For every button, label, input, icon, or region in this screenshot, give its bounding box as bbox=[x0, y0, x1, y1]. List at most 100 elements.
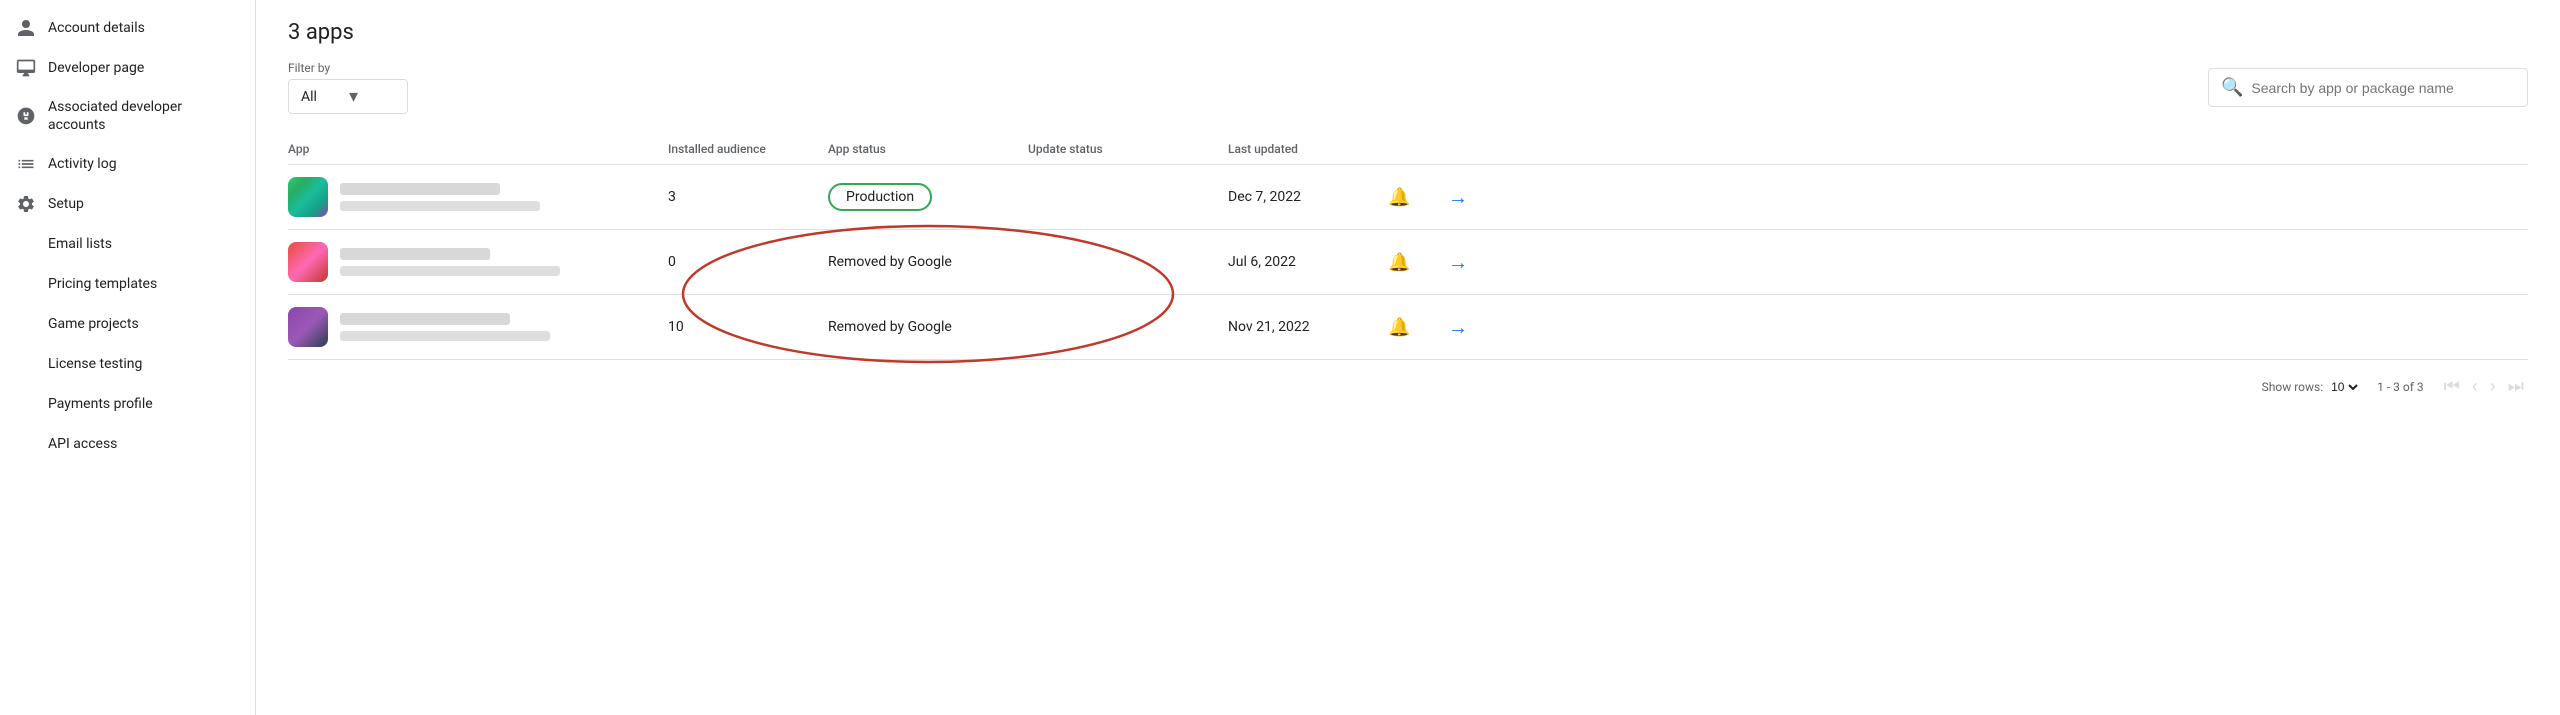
last-updated-2: Jul 6, 2022 bbox=[1228, 254, 1388, 270]
col-header-app-status: App status bbox=[828, 142, 1028, 156]
sidebar-item-license-testing[interactable]: License testing bbox=[0, 344, 247, 384]
sidebar-item-license-testing-label: License testing bbox=[48, 355, 142, 373]
chevron-down-icon: ▾ bbox=[349, 86, 358, 107]
sidebar-item-developer-page[interactable]: Developer page bbox=[0, 48, 247, 88]
sidebar-item-game-projects-label: Game projects bbox=[48, 315, 139, 333]
sidebar-item-account-details-label: Account details bbox=[48, 19, 145, 37]
rows-select: Show rows: 10 25 50 bbox=[2262, 379, 2361, 395]
sidebar-item-setup-label: Setup bbox=[48, 195, 84, 213]
installed-audience-2: 0 bbox=[668, 254, 828, 270]
last-page-button[interactable]: ⏭ bbox=[2504, 372, 2528, 401]
license-testing-spacer bbox=[16, 354, 36, 374]
filter-row: Filter by All ▾ 🔍 bbox=[288, 61, 2528, 114]
search-box: 🔍 bbox=[2208, 68, 2528, 107]
app-cell-3 bbox=[288, 307, 668, 347]
arrow-1[interactable]: → bbox=[1448, 185, 1488, 210]
pagination-nav-btns: ⏮ ‹ › ⏭ bbox=[2440, 372, 2528, 401]
app-icon-3 bbox=[288, 307, 328, 347]
removed-badge-3: Removed by Google bbox=[828, 319, 952, 335]
filter-value: All bbox=[301, 89, 317, 105]
sidebar-item-setup[interactable]: Setup bbox=[0, 184, 247, 224]
sidebar-item-payments-profile[interactable]: Payments profile bbox=[0, 384, 247, 424]
sidebar-item-game-projects[interactable]: Game projects bbox=[0, 304, 247, 344]
sidebar-item-payments-profile-label: Payments profile bbox=[48, 395, 153, 413]
filter-left: Filter by All ▾ bbox=[288, 61, 408, 114]
app-name-3 bbox=[340, 313, 510, 325]
app-icon-1 bbox=[288, 177, 328, 217]
person-icon bbox=[16, 18, 36, 38]
page-title: 3 apps bbox=[288, 20, 2528, 45]
email-lists-spacer bbox=[16, 234, 36, 254]
search-input[interactable] bbox=[2251, 80, 2515, 96]
filter-wrapper: Filter by All ▾ bbox=[288, 61, 408, 114]
removed-badge-2: Removed by Google bbox=[828, 254, 952, 270]
app-info-1 bbox=[340, 183, 540, 211]
main-content: 3 apps Filter by All ▾ 🔍 App Installed a… bbox=[256, 0, 2560, 715]
app-info-3 bbox=[340, 313, 550, 341]
col-header-bell bbox=[1388, 142, 1448, 156]
sidebar-item-associated-dev-accounts-label: Associated developer accounts bbox=[48, 98, 231, 134]
first-page-button[interactable]: ⏮ bbox=[2440, 372, 2464, 401]
table-row: 3 Production Dec 7, 2022 🔔 → bbox=[288, 165, 2528, 230]
next-page-button[interactable]: › bbox=[2486, 372, 2500, 401]
installed-audience-3: 10 bbox=[668, 319, 828, 335]
col-header-update-status: Update status bbox=[1028, 142, 1228, 156]
last-updated-1: Dec 7, 2022 bbox=[1228, 189, 1388, 205]
app-info-2 bbox=[340, 248, 560, 276]
col-header-app: App bbox=[288, 142, 668, 156]
app-name-1 bbox=[340, 183, 500, 195]
sidebar-item-pricing-templates-label: Pricing templates bbox=[48, 275, 157, 293]
filter-dropdown[interactable]: All ▾ bbox=[288, 79, 408, 114]
api-access-spacer bbox=[16, 434, 36, 454]
pricing-templates-spacer bbox=[16, 274, 36, 294]
prev-page-button[interactable]: ‹ bbox=[2468, 372, 2482, 401]
installed-audience-1: 3 bbox=[668, 189, 828, 205]
sidebar-item-email-lists-label: Email lists bbox=[48, 235, 112, 253]
sidebar-item-associated-dev-accounts[interactable]: Associated developer accounts bbox=[0, 88, 247, 144]
arrow-3[interactable]: → bbox=[1448, 315, 1488, 340]
filter-label: Filter by bbox=[288, 61, 408, 75]
sidebar-item-activity-log[interactable]: Activity log bbox=[0, 144, 247, 184]
sidebar-item-api-access[interactable]: API access bbox=[0, 424, 247, 464]
sidebar-item-email-lists[interactable]: Email lists bbox=[0, 224, 247, 264]
app-package-1 bbox=[340, 201, 540, 211]
sidebar-item-api-access-label: API access bbox=[48, 435, 117, 453]
circle-person-icon bbox=[16, 106, 36, 126]
app-name-2 bbox=[340, 248, 490, 260]
sidebar: Account details Developer page Associate… bbox=[0, 0, 256, 715]
list-icon bbox=[16, 154, 36, 174]
game-projects-spacer bbox=[16, 314, 36, 334]
app-status-2: Removed by Google bbox=[828, 254, 1028, 270]
col-header-installed-audience: Installed audience bbox=[668, 142, 828, 156]
app-icon-2 bbox=[288, 242, 328, 282]
page-info: 1 - 3 of 3 bbox=[2377, 380, 2423, 394]
app-package-2 bbox=[340, 266, 560, 276]
show-rows-label: Show rows: bbox=[2262, 380, 2323, 394]
table-row: 0 Removed by Google Jul 6, 2022 🔔 → bbox=[288, 230, 2528, 295]
app-cell-1 bbox=[288, 177, 668, 217]
app-status-1: Production bbox=[828, 183, 1028, 211]
table-row: 10 Removed by Google Nov 21, 2022 🔔 → bbox=[288, 295, 2528, 360]
bell-1[interactable]: 🔔 bbox=[1388, 187, 1448, 208]
table-body: 3 Production Dec 7, 2022 🔔 → 0 bbox=[288, 165, 2528, 360]
arrow-2[interactable]: → bbox=[1448, 250, 1488, 275]
sidebar-item-developer-page-label: Developer page bbox=[48, 59, 144, 77]
gear-icon bbox=[16, 194, 36, 214]
last-updated-3: Nov 21, 2022 bbox=[1228, 319, 1388, 335]
sidebar-item-account-details[interactable]: Account details bbox=[0, 8, 247, 48]
col-header-last-updated: Last updated bbox=[1228, 142, 1388, 156]
app-cell-2 bbox=[288, 242, 668, 282]
apps-table: App Installed audience App status Update… bbox=[288, 134, 2528, 360]
table-header: App Installed audience App status Update… bbox=[288, 134, 2528, 165]
rows-per-page-select[interactable]: 10 25 50 bbox=[2327, 379, 2361, 395]
sidebar-item-pricing-templates[interactable]: Pricing templates bbox=[0, 264, 247, 304]
pagination-row: Show rows: 10 25 50 1 - 3 of 3 ⏮ ‹ › ⏭ bbox=[288, 360, 2528, 413]
payments-profile-spacer bbox=[16, 394, 36, 414]
bell-3[interactable]: 🔔 bbox=[1388, 317, 1448, 338]
app-package-3 bbox=[340, 331, 550, 341]
col-header-nav bbox=[1448, 142, 1488, 156]
sidebar-item-activity-log-label: Activity log bbox=[48, 155, 117, 173]
bell-2[interactable]: 🔔 bbox=[1388, 252, 1448, 273]
desktop-icon bbox=[16, 58, 36, 78]
production-badge: Production bbox=[828, 183, 932, 211]
